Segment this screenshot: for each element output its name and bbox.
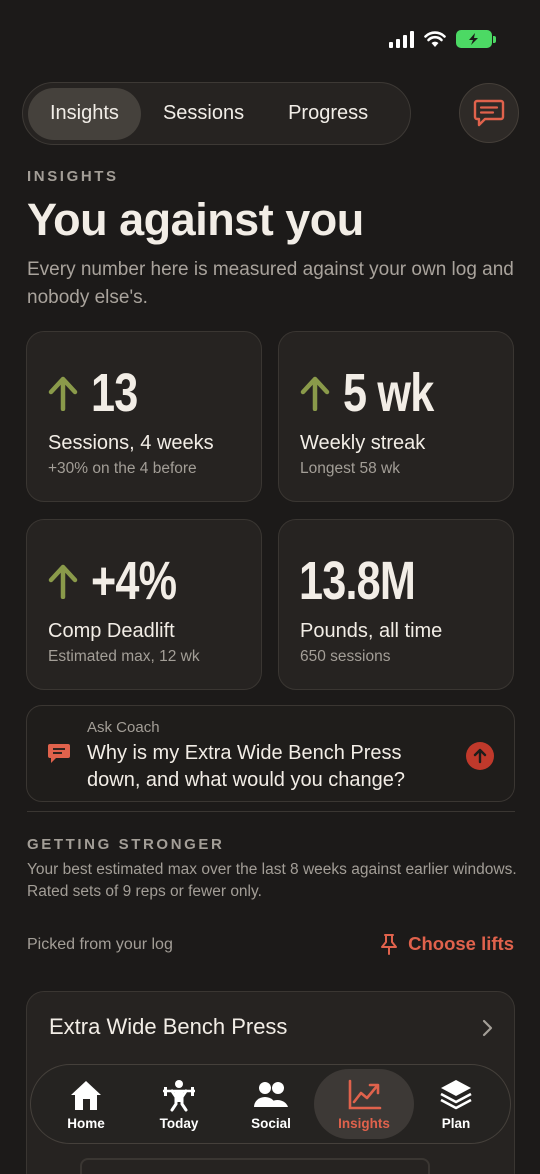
nav-home-label: Home (67, 1115, 105, 1131)
up-arrow-icon (48, 564, 78, 599)
stat-sub: 650 sessions (300, 648, 391, 665)
choose-lifts-button[interactable]: Choose lifts (380, 933, 514, 955)
chat-icon (473, 99, 505, 127)
up-arrow-icon (48, 376, 78, 411)
page-title: You against you (27, 194, 364, 245)
nav-today-label: Today (159, 1115, 199, 1131)
picked-label: Picked from your log (27, 936, 173, 953)
chart-icon (348, 1079, 382, 1109)
stat-value: 13 (91, 363, 138, 423)
nav-plan-label: Plan (441, 1115, 471, 1131)
choose-lifts-label: Choose lifts (408, 933, 514, 954)
tab-sessions[interactable]: Sessions (141, 88, 266, 140)
chevron-right-icon (482, 1019, 493, 1037)
lifter-icon (163, 1079, 195, 1111)
stat-sub: Longest 58 wk (300, 460, 400, 477)
ask-coach-label: Ask Coach (87, 719, 160, 736)
send-question-button[interactable] (466, 742, 494, 770)
ask-coach-question: Why is my Extra Wide Bench Press down, a… (87, 742, 406, 791)
stat-label: Pounds, all time (300, 620, 443, 642)
pin-icon (381, 934, 398, 955)
nav-plan[interactable]: Plan (410, 1069, 502, 1139)
bottom-tab-bar: Home Today Social Insights Plan (30, 1064, 511, 1144)
wifi-icon (424, 30, 446, 47)
background-card-edge (80, 1158, 430, 1174)
section-eyebrow: INSIGHTS (27, 168, 119, 185)
stat-label: Comp Deadlift (48, 620, 175, 642)
stat-card-sessions[interactable]: 13 Sessions, 4 weeks +30% on the 4 befor… (26, 331, 262, 502)
ask-coach-card[interactable]: Ask Coach Why is my Extra Wide Bench Pre… (26, 705, 515, 802)
stat-value: 13.8M (299, 551, 416, 611)
message-icon (47, 743, 71, 770)
stat-card-streak[interactable]: 5 wk Weekly streak Longest 58 wk (278, 331, 514, 502)
coach-chat-button[interactable] (459, 83, 519, 143)
nav-home[interactable]: Home (40, 1069, 132, 1139)
tab-progress[interactable]: Progress (266, 88, 390, 140)
stat-sub: +30% on the 4 before (48, 460, 197, 477)
people-icon (254, 1081, 288, 1107)
getting-stronger-desc: Your best estimated max over the last 8 … (27, 861, 517, 900)
stat-sub: Estimated max, 12 wk (48, 648, 200, 665)
home-icon (71, 1080, 101, 1110)
getting-stronger-heading: GETTING STRONGER (27, 836, 225, 853)
stat-label: Sessions, 4 weeks (48, 432, 214, 454)
layers-icon (440, 1079, 472, 1109)
battery-icon (456, 30, 496, 48)
stat-value: +4% (91, 551, 177, 611)
lift-title: Extra Wide Bench Press (49, 1014, 288, 1039)
segmented-control: Insights Sessions Progress (22, 82, 411, 145)
page-subtitle: Every number here is measured against yo… (27, 259, 514, 308)
status-bar (389, 30, 496, 48)
stat-label: Weekly streak (300, 432, 426, 454)
stat-card-deadlift[interactable]: +4% Comp Deadlift Estimated max, 12 wk (26, 519, 262, 690)
nav-social[interactable]: Social (225, 1069, 317, 1139)
section-divider (27, 811, 515, 812)
nav-social-label: Social (251, 1115, 291, 1131)
stat-card-pounds[interactable]: 13.8M Pounds, all time 650 sessions (278, 519, 514, 690)
nav-insights[interactable]: Insights (314, 1069, 414, 1139)
up-arrow-icon (300, 376, 330, 411)
tab-insights[interactable]: Insights (28, 87, 141, 140)
signal-icon (389, 30, 414, 48)
arrow-up-icon (473, 748, 487, 764)
stat-value: 5 wk (343, 363, 434, 423)
nav-insights-label: Insights (338, 1115, 390, 1131)
nav-today[interactable]: Today (133, 1069, 225, 1139)
